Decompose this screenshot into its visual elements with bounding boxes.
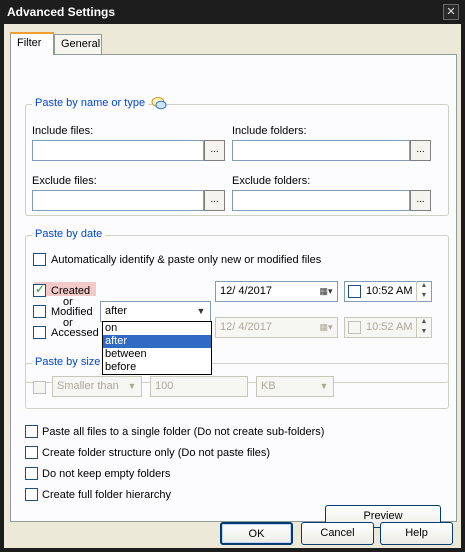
calendar-icon[interactable]: ▦▾ (316, 283, 336, 300)
dropdown-option-before[interactable]: before (103, 361, 211, 374)
single-folder-checkbox[interactable] (25, 425, 38, 438)
date-to-picker[interactable]: 12/ 4/2017 ▦▾ (215, 317, 338, 338)
dropdown-option-after[interactable]: after (103, 335, 211, 348)
size-filter-checkbox[interactable] (33, 381, 46, 394)
time-to-field[interactable]: 10:52 AM ▲ ▼ (344, 317, 432, 338)
tab-general[interactable]: General (54, 34, 102, 54)
chevron-down-icon[interactable]: ▼ (193, 303, 209, 320)
paste-by-size-title: Paste by size (32, 356, 104, 368)
accessed-checkbox[interactable] (33, 326, 46, 339)
date-from-value: 12/ 4/2017 (220, 285, 272, 297)
chevron-down-icon[interactable]: ▼ (124, 378, 140, 395)
include-files-browse-button[interactable]: ... (204, 140, 225, 161)
paste-by-name-group: Paste by name or type Include files: ...… (25, 97, 449, 216)
chevron-down-icon[interactable]: ▼ (316, 378, 332, 395)
full-hierarchy-label: Create full folder hierarchy (42, 489, 172, 501)
include-folders-browse-button[interactable]: ... (410, 140, 431, 161)
exclude-folders-input[interactable] (232, 190, 410, 211)
time-to-checkbox[interactable] (348, 321, 361, 334)
exclude-files-input[interactable] (32, 190, 204, 211)
close-button[interactable]: ✕ (443, 4, 459, 20)
accessed-label: Accessed (51, 327, 99, 339)
folder-structure-only-label: Create folder structure only (Do not pas… (42, 447, 271, 459)
date-condition-select[interactable]: after ▼ (100, 301, 211, 322)
time-from-value: 10:52 AM (366, 285, 413, 297)
time-to-spinner[interactable]: ▲ ▼ (416, 317, 431, 338)
paste-by-name-title: Paste by name or type (32, 97, 149, 109)
time-from-field[interactable]: 10:52 AM ▲ ▼ (344, 281, 432, 302)
single-folder-label: Paste all files to a single folder (Do n… (42, 426, 325, 438)
calendar-icon[interactable]: ▦▾ (316, 319, 336, 336)
paste-by-date-title: Paste by date (32, 228, 106, 240)
auto-identify-checkbox[interactable] (33, 253, 46, 266)
folder-structure-only-checkbox[interactable] (25, 446, 38, 459)
speech-bubble-icon[interactable] (151, 96, 167, 112)
help-button[interactable]: Help (380, 522, 453, 545)
full-hierarchy-checkbox[interactable] (25, 488, 38, 501)
advanced-settings-window: Advanced Settings ✕ Filter General Paste… (0, 0, 465, 552)
created-checkbox[interactable] (33, 282, 46, 297)
size-unit-select[interactable]: KB ▼ (256, 376, 334, 397)
time-to-value: 10:52 AM (366, 321, 413, 333)
dialog-client: Filter General Paste by name or type Inc… (4, 24, 461, 548)
modified-checkbox[interactable] (33, 305, 46, 318)
exclude-files-browse-button[interactable]: ... (204, 190, 225, 211)
include-files-input[interactable] (32, 140, 204, 161)
include-folders-label: Include folders: (232, 125, 307, 137)
title-bar: Advanced Settings ✕ (0, 0, 465, 24)
dropdown-option-between[interactable]: between (103, 348, 211, 361)
exclude-files-label: Exclude files: (32, 175, 97, 187)
size-value-input[interactable]: 100 (150, 376, 248, 397)
date-from-picker[interactable]: 12/ 4/2017 ▦▾ (215, 281, 338, 302)
ok-button[interactable]: OK (220, 522, 293, 545)
no-empty-folders-label: Do not keep empty folders (42, 468, 171, 480)
window-title: Advanced Settings (7, 5, 116, 19)
date-condition-value: after (105, 305, 128, 317)
size-value: 100 (155, 380, 174, 392)
time-from-checkbox[interactable] (348, 285, 361, 298)
auto-identify-label: Automatically identify & paste only new … (51, 254, 322, 266)
include-files-label: Include files: (32, 125, 94, 137)
date-to-value: 12/ 4/2017 (220, 321, 272, 333)
size-comparison-select[interactable]: Smaller than ▼ (52, 376, 142, 397)
cancel-button[interactable]: Cancel (301, 522, 374, 545)
dropdown-option-on[interactable]: on (103, 322, 211, 335)
time-from-spinner[interactable]: ▲ ▼ (416, 281, 431, 302)
include-folders-input[interactable] (232, 140, 410, 161)
exclude-folders-browse-button[interactable]: ... (410, 190, 431, 211)
exclude-folders-label: Exclude folders: (232, 175, 311, 187)
filter-tab-panel: Paste by name or type Include files: ...… (10, 54, 457, 528)
size-unit-value: KB (261, 380, 276, 392)
tab-filter[interactable]: Filter (10, 32, 54, 55)
no-empty-folders-checkbox[interactable] (25, 467, 38, 480)
size-comparison-value: Smaller than (57, 380, 119, 392)
date-condition-dropdown[interactable]: on after between before (102, 321, 212, 375)
